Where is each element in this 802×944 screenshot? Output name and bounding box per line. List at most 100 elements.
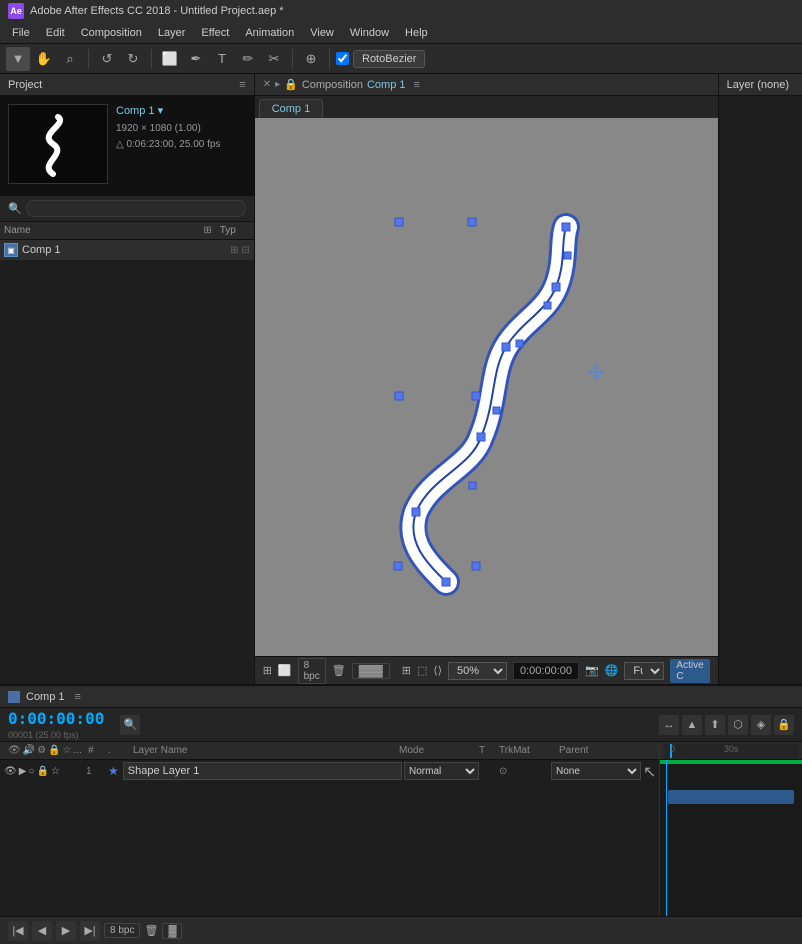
- snap-icon[interactable]: ⟨⟩: [433, 664, 442, 677]
- globe-icon[interactable]: 🌐: [605, 664, 619, 677]
- layer-list: 👁🔊⚙🔒☆... # . Layer Name Mode T TrkMat Pa…: [0, 742, 660, 916]
- menu-view[interactable]: View: [302, 25, 342, 41]
- col-hash: #: [84, 745, 104, 756]
- tl-lift-btn[interactable]: ▲: [682, 715, 702, 735]
- menu-animation[interactable]: Animation: [237, 25, 302, 41]
- layer-eye-icon[interactable]: 👁: [4, 766, 17, 777]
- menu-composition[interactable]: Composition: [73, 25, 150, 41]
- preview-info: Comp 1 ▾ 1920 × 1080 (1.00) △ 0:06:23:00…: [116, 104, 246, 188]
- tool-rect[interactable]: ⬜: [158, 47, 182, 71]
- col-name: Name: [4, 225, 203, 236]
- cursor-indicator: ↖: [643, 762, 655, 780]
- tool-undo[interactable]: ↺: [95, 47, 119, 71]
- lock-icon: 🔒: [284, 78, 298, 91]
- frame-count: 00001 (25.00 fps): [8, 730, 104, 740]
- nav-play-btn[interactable]: ▶: [56, 921, 76, 941]
- tl-search-btn[interactable]: 🔍: [120, 715, 140, 735]
- timeline-controls: 0:00:00:00 00001 (25.00 fps) 🔍 ↔ ▲ ⬆ ⬡ ◈…: [0, 708, 802, 742]
- search-icon: 🔍: [8, 202, 22, 215]
- tl-workarea-btn[interactable]: ⬡: [728, 715, 748, 735]
- tl-lock-btn[interactable]: 🔒: [774, 715, 794, 735]
- tool-puppet[interactable]: ⊕: [299, 47, 323, 71]
- motion-blur-icon[interactable]: ▓: [162, 923, 182, 939]
- track-header: 0 30s: [660, 742, 802, 760]
- project-menu-icon[interactable]: ≡: [239, 79, 245, 91]
- track-area[interactable]: [660, 760, 802, 916]
- bpc-badge[interactable]: 8 bpc: [298, 658, 326, 684]
- tool-pen[interactable]: ✒: [184, 47, 208, 71]
- layer-star-icon: ★: [108, 764, 119, 778]
- capture-icon[interactable]: ⊞: [402, 664, 411, 677]
- table-row[interactable]: 👁 ▶ ○ 🔒 ☆ 1 ★ Shape Layer 1 Normal Add M…: [0, 760, 659, 782]
- ae-logo: Ae: [8, 3, 24, 19]
- tool-redo[interactable]: ↻: [121, 47, 145, 71]
- timecode-display: 0:00:00:00: [513, 662, 579, 680]
- tool-hand[interactable]: ✋: [32, 47, 56, 71]
- nav-start-btn[interactable]: |◀: [8, 921, 28, 941]
- layer-tag-icon[interactable]: ☆: [51, 766, 60, 777]
- mode-select[interactable]: Normal Add Multiply: [404, 762, 479, 780]
- roto-checkbox[interactable]: [336, 52, 349, 65]
- project-panel: Project ≡ Comp 1 ▾ 1920 × 1080 (1.00) △ …: [0, 74, 255, 684]
- timeline-body: 👁🔊⚙🔒☆... # . Layer Name Mode T TrkMat Pa…: [0, 742, 802, 916]
- comp-prev-btn[interactable]: ▸: [275, 79, 280, 90]
- comp-menu-icon[interactable]: ≡: [414, 79, 420, 91]
- tl-marker-btn[interactable]: ◈: [751, 715, 771, 735]
- menu-edit[interactable]: Edit: [38, 25, 73, 41]
- comp-tab-1[interactable]: Comp 1: [259, 99, 324, 118]
- tool-text[interactable]: T: [210, 47, 234, 71]
- layer-lock-icon[interactable]: 🔒: [36, 766, 48, 777]
- comp-header: ✕ ▸ 🔒 Composition Comp 1 ≡: [255, 74, 718, 96]
- menu-help[interactable]: Help: [397, 25, 436, 41]
- composition-label: Composition: [302, 79, 363, 91]
- timeline-tracks: 0 30s: [660, 742, 802, 916]
- work-area-bar: [660, 760, 802, 764]
- trash-icon[interactable]: 🗑: [332, 664, 346, 677]
- title-bar: Ae Adobe After Effects CC 2018 - Untitle…: [0, 0, 802, 22]
- ruler-mark-30: 30s: [724, 744, 739, 754]
- menu-effect[interactable]: Effect: [193, 25, 237, 41]
- menu-window[interactable]: Window: [342, 25, 397, 41]
- layer-track-bar[interactable]: [668, 790, 794, 804]
- project-search: 🔍: [0, 196, 254, 222]
- col-icons: 👁🔊⚙🔒☆...: [4, 745, 84, 756]
- layer-name[interactable]: Shape Layer 1: [123, 762, 402, 780]
- quality-select[interactable]: Full Half Quarter: [624, 662, 664, 680]
- comp-item-name: Comp 1: [22, 244, 226, 256]
- timeline-menu-icon[interactable]: ≡: [75, 691, 81, 703]
- search-input[interactable]: [26, 200, 246, 217]
- nav-prev-btn[interactable]: ◀: [32, 921, 52, 941]
- tl-ripple-btn[interactable]: ↔: [659, 715, 679, 735]
- tl-extract-btn[interactable]: ⬆: [705, 715, 725, 735]
- tool-brush[interactable]: ✏: [236, 47, 260, 71]
- layer-number: 1: [86, 766, 106, 777]
- menu-file[interactable]: File: [4, 25, 38, 41]
- bottom-controls: |◀ ◀ ▶ ▶| 8 bpc 🗑 ▓: [0, 916, 802, 944]
- layer-header: Layer (none): [719, 74, 802, 96]
- layer-solo-icon[interactable]: ○: [28, 766, 34, 777]
- motion-blur-btn[interactable]: ▓▓▓: [352, 663, 390, 679]
- trkmat-col: ⊙: [499, 766, 549, 777]
- roto-bezier-btn[interactable]: RotoBezier: [353, 50, 425, 68]
- nav-next-btn[interactable]: ▶|: [80, 921, 100, 941]
- comp-icon-view[interactable]: ⬜: [278, 664, 292, 677]
- camera-icon[interactable]: 📷: [585, 664, 599, 677]
- main-layout: Project ≡ Comp 1 ▾ 1920 × 1080 (1.00) △ …: [0, 74, 802, 684]
- list-item[interactable]: ▣ Comp 1 ⊞ ⊟: [0, 240, 254, 260]
- view-icon[interactable]: ⬚: [417, 664, 427, 677]
- col-icon1: ⊞: [203, 225, 211, 236]
- trash-timeline-icon[interactable]: 🗑: [144, 924, 158, 937]
- parent-select[interactable]: None: [551, 762, 641, 780]
- tool-clone[interactable]: ✂: [262, 47, 286, 71]
- zoom-select[interactable]: 50% 25% 100%: [448, 662, 507, 680]
- col-mode: Mode: [395, 745, 475, 756]
- comp-icon-grid[interactable]: ⊞: [263, 664, 272, 677]
- tool-zoom[interactable]: ⌕: [58, 47, 82, 71]
- comp-item-icon: ▣: [4, 243, 18, 257]
- tool-divider-2: [151, 49, 152, 69]
- layer-play-icon[interactable]: ▶: [19, 766, 27, 777]
- comp-close-btn[interactable]: ✕: [263, 79, 271, 90]
- tool-select[interactable]: ▼: [6, 47, 30, 71]
- preview-thumbnail: [8, 104, 108, 184]
- menu-layer[interactable]: Layer: [150, 25, 194, 41]
